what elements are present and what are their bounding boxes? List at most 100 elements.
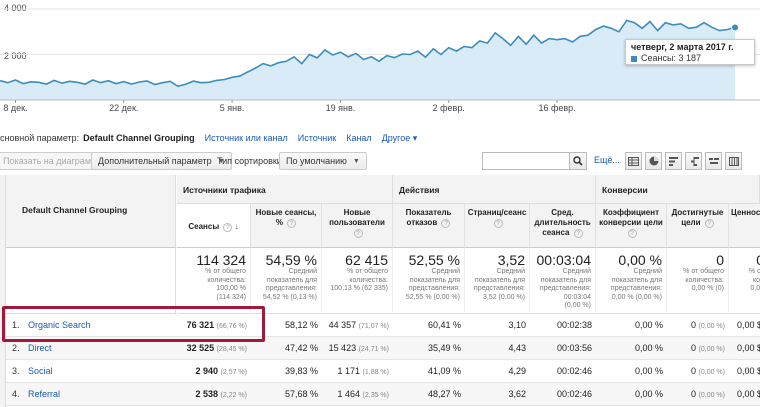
- totals-note: количества:: [685, 276, 724, 284]
- view-comparison-button[interactable]: [685, 152, 702, 170]
- cell-value: 0: [691, 320, 697, 330]
- cell-value: 41,09 %: [427, 366, 461, 376]
- pie-chart-icon: [649, 156, 658, 166]
- totals-note: представления:: [473, 285, 525, 292]
- totals-value: 3,52: [497, 252, 525, 268]
- cell-value: 00:02:46: [556, 366, 592, 376]
- totals-value: 0: [731, 252, 760, 268]
- cell-value: 39,83 %: [284, 366, 318, 376]
- chevron-down-icon: ▼: [352, 157, 360, 165]
- totals-note: 00:03:04: [563, 293, 591, 301]
- column-header-bounce-rate[interactable]: Показатель отказов ?: [393, 204, 465, 248]
- chart-tooltip: четверг, 2 марта 2017 г. Сеансы: 3 187: [625, 39, 755, 65]
- x-tick-label: 5 янв.: [220, 103, 245, 113]
- totals-note: % от: [748, 268, 760, 275]
- cell-duration: 00:02:38: [530, 314, 596, 337]
- view-term-cloud-button[interactable]: [705, 152, 722, 170]
- totals-note: показатель для: [611, 276, 662, 284]
- column-header-conversion-rate[interactable]: Коэффициент конверсии цели?: [596, 204, 667, 248]
- cell-pages: 4,43: [465, 337, 530, 360]
- advanced-filter-link[interactable]: Ещё...: [594, 155, 620, 165]
- view-pivot-button[interactable]: [725, 152, 742, 170]
- cell-value: 3,10: [508, 320, 526, 330]
- column-header-sessions[interactable]: Сеансы ? ↓: [177, 204, 251, 248]
- cell-value: 0,00 $: [737, 366, 760, 376]
- cell-conv: 0,00 %: [596, 383, 667, 406]
- totals-cell: 114 324% от общего количества: 100,00 % (11…: [177, 248, 251, 314]
- channel-link[interactable]: Referral: [28, 389, 60, 399]
- channel-link[interactable]: Social: [28, 366, 53, 376]
- search-button[interactable]: [569, 152, 587, 170]
- view-data-button[interactable]: [625, 152, 642, 170]
- column-header-avg-duration[interactable]: Сред. длительность сеанса ?: [530, 204, 596, 248]
- view-percentage-button[interactable]: [645, 152, 662, 170]
- column-header-new-sessions[interactable]: Новые сеансы, % ?: [251, 204, 322, 248]
- x-tick-label: 2 февр.: [433, 103, 465, 113]
- channel-link[interactable]: Direct: [28, 343, 52, 353]
- help-icon: ?: [353, 229, 363, 238]
- cell-conv: 0,00 %: [596, 314, 667, 337]
- dimension-link-source[interactable]: Источник: [298, 133, 336, 143]
- cell-new-sess: 39,83 %: [251, 360, 322, 383]
- totals-cell: 62 415% от общего количества: 100,13 % (62…: [322, 248, 393, 314]
- column-header-goal-value[interactable]: Ценность: [729, 204, 760, 248]
- table-search-input[interactable]: [482, 152, 570, 170]
- cell-value: 15 423: [328, 343, 357, 353]
- sort-type-select[interactable]: По умолчанию ▼: [279, 152, 367, 170]
- dimension-link-medium[interactable]: Канал: [346, 133, 371, 143]
- cell-value: 32 525: [186, 343, 215, 353]
- totals-note: 54,52 % (0,13 %): [262, 293, 317, 301]
- dimension-column-header[interactable]: Default Channel Grouping: [6, 175, 176, 248]
- cell-value: 57,68 %: [284, 389, 318, 399]
- cell-value: 0,00 $: [737, 389, 760, 399]
- totals-note: количества:: [349, 276, 388, 284]
- cell-goals: 0 (0,00 %): [667, 360, 729, 383]
- totals-note: Средний: [496, 268, 525, 275]
- sort-type-label: Тип сортировки:: [217, 156, 285, 166]
- cell-value: 4,43: [508, 343, 526, 353]
- totals-cell: 52,55 % Средний показатель для представлени…: [393, 248, 465, 314]
- cell-value: 0: [691, 343, 697, 353]
- cell-value: 0,00 %: [634, 320, 663, 330]
- highlight-box: [2, 306, 265, 342]
- column-header-goal-completions[interactable]: Достигнутые цели ?: [667, 204, 729, 248]
- cell-value: 48,27 %: [427, 389, 461, 399]
- cell-percent: (0,00 %): [698, 369, 725, 376]
- column-header-new-users[interactable]: Новые пользователи?: [322, 204, 393, 248]
- totals-note: Средний: [633, 268, 662, 275]
- dimension-link-source-medium[interactable]: Источник или канал: [205, 133, 288, 143]
- secondary-dimension-select[interactable]: Дополнительный параметр ▼: [91, 152, 232, 170]
- dimension-link-other[interactable]: Другое ▾: [382, 133, 418, 144]
- term-cloud-icon: [708, 157, 719, 164]
- comparison-icon: [690, 156, 699, 166]
- hover-point: [731, 23, 739, 32]
- tooltip-value: Сеансы: 3 187: [641, 53, 701, 63]
- totals-note: % от общего: [683, 268, 724, 275]
- totals-value: 00:03:04: [536, 252, 592, 268]
- totals-cell: 00:03:04 Средний показатель для представлен…: [530, 248, 596, 314]
- totals-note: количества:: [207, 276, 246, 284]
- cell-new-users: 1 464 (2,35 %): [322, 383, 393, 406]
- table-row: 3. Social 2 940 (2,57 %) 39,83 % 1 171 (1,88…: [6, 360, 760, 383]
- view-performance-button[interactable]: [665, 152, 682, 170]
- column-header-pages-per-session[interactable]: Страниц/сеанс?: [465, 204, 530, 248]
- cell-value: 60,41 %: [427, 320, 461, 330]
- totals-note: 100,00 %: [216, 285, 246, 292]
- totals-value: 62 415: [345, 252, 388, 268]
- help-icon: ?: [573, 229, 583, 238]
- totals-note: представления:: [265, 285, 317, 292]
- totals-note: 0,00 % (0): [691, 285, 724, 292]
- cell-value: 4,29: [508, 366, 526, 376]
- cell-pages: 4,29: [465, 360, 530, 383]
- cell-value: 0: [691, 389, 697, 399]
- cell-value: 0,00 $: [729, 337, 760, 360]
- primary-dimension-current: Default Channel Grouping: [83, 133, 195, 143]
- totals-note: (0,00 %): [564, 302, 591, 309]
- cell-goals: 0 (0,00 %): [667, 383, 729, 406]
- cell-pages: 3,10: [465, 314, 530, 337]
- row-number: 4.: [12, 389, 20, 399]
- help-icon: ?: [287, 219, 297, 228]
- cell-percent: (2,22 %): [220, 392, 247, 399]
- cell-percent: (2,57 %): [220, 369, 247, 376]
- cell-percent: (0,00 %): [698, 392, 725, 399]
